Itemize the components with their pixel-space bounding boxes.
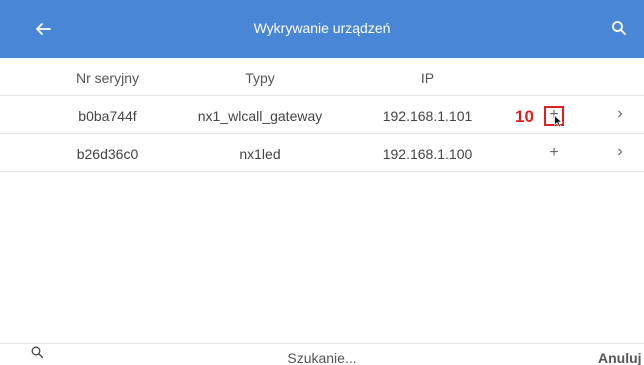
cancel-button[interactable]: Anuluj: [598, 350, 642, 365]
serial-cell: b0ba744f: [78, 108, 137, 124]
search-icon[interactable]: [611, 20, 627, 36]
chevron-right-icon[interactable]: ›: [613, 143, 627, 161]
step-number-label: 10: [515, 107, 534, 126]
search-input[interactable]: Szukanie...: [0, 350, 644, 365]
app-bar: Wykrywanie urządzeń: [0, 0, 644, 58]
ip-cell: 192.168.1.100: [382, 146, 473, 162]
table-header: Nr seryjny Typy IP: [0, 58, 644, 96]
ip-cell: 192.168.1.101: [382, 108, 473, 124]
type-cell: nx1led: [239, 146, 281, 162]
chevron-right-icon[interactable]: ›: [613, 105, 627, 123]
column-header-type: Typy: [245, 70, 275, 86]
type-cell: nx1_wlcall_gateway: [197, 108, 323, 124]
column-header-serial: Nr seryjny: [75, 70, 139, 86]
column-header-ip: IP: [420, 70, 435, 86]
add-device-button[interactable]: +: [543, 144, 565, 162]
table-row[interactable]: b26d36c0 nx1led 192.168.1.100 + ›: [0, 134, 644, 172]
bottom-search-bar: Szukanie... Anuluj: [0, 343, 644, 365]
page-title: Wykrywanie urządzeń: [253, 20, 391, 36]
mouse-cursor-icon: [554, 115, 563, 128]
serial-cell: b26d36c0: [76, 146, 139, 162]
